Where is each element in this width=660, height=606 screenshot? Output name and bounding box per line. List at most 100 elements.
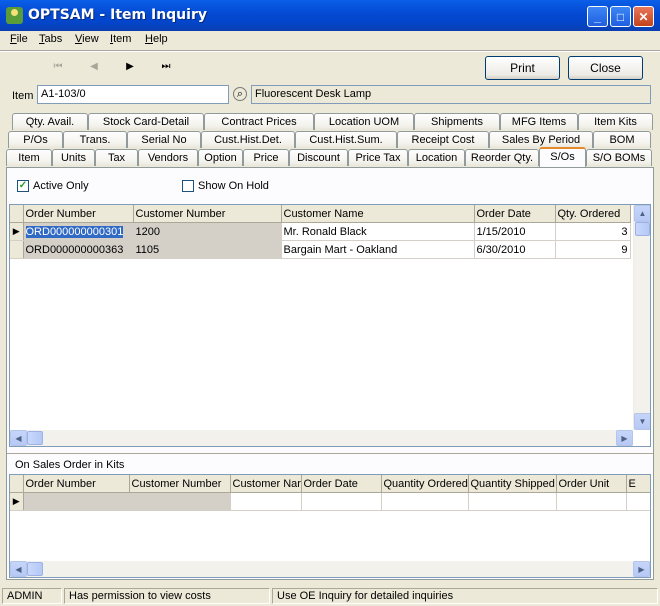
menu-help[interactable]: Help [145, 33, 168, 45]
orders-horizontal-scrollbar[interactable]: ◀ ▶ [10, 430, 633, 446]
status-user: ADMIN [2, 588, 62, 604]
section-divider [7, 453, 653, 454]
minimize-button[interactable]: _ [587, 6, 608, 27]
previous-record-icon[interactable]: ◀ [87, 60, 101, 74]
cell-customer-name[interactable]: Mr. Ronald Black [281, 222, 475, 241]
cell-quantity-shipped[interactable] [468, 492, 557, 511]
orders-vertical-scrollbar[interactable]: ▲ ▼ [633, 205, 650, 430]
tab-item-kits[interactable]: Item Kits [578, 113, 653, 130]
scroll-up-icon[interactable]: ▲ [634, 205, 650, 222]
tab-option[interactable]: Option [198, 149, 243, 166]
table-row[interactable]: ▶ [10, 492, 650, 511]
menu-tabs[interactable]: Tabs [39, 33, 62, 45]
tab-sales-by-period[interactable]: Sales By Period [489, 131, 593, 148]
scroll-left-icon[interactable]: ◀ [10, 430, 27, 446]
show-on-hold-label: Show On Hold [198, 180, 269, 192]
tab-units[interactable]: Units [52, 149, 95, 166]
tab-receipt-cost[interactable]: Receipt Cost [397, 131, 489, 148]
active-only-checkbox[interactable]: ✓ [17, 180, 29, 192]
table-row[interactable]: ORD000000000363 1105 Bargain Mart - Oakl… [10, 240, 631, 259]
col-customer-number[interactable]: Customer Number [133, 205, 282, 223]
tab-shipments[interactable]: Shipments [414, 113, 500, 130]
scroll-left-icon[interactable]: ◀ [10, 561, 27, 577]
cell-order-number[interactable]: ORD000000000363 [23, 240, 134, 259]
tab-item[interactable]: Item [6, 149, 52, 166]
cell-order-date[interactable] [301, 492, 382, 511]
tab-cust-hist-det[interactable]: Cust.Hist.Det. [201, 131, 295, 148]
grid-header-row: Order Number Customer Number Customer Na… [10, 205, 631, 223]
scroll-right-icon[interactable]: ▶ [633, 561, 650, 577]
menu-view[interactable]: View [75, 33, 99, 45]
cell-customer-name[interactable]: Bargain Mart - Oakland [281, 240, 475, 259]
last-record-icon[interactable]: ⏭ [159, 60, 173, 74]
cell-truncated[interactable] [626, 492, 650, 511]
col-qty-ordered[interactable]: Qty. Ordered [555, 205, 631, 223]
scroll-down-icon[interactable]: ▼ [634, 413, 650, 430]
cell-customer-number[interactable]: 1200 [133, 222, 282, 241]
table-row[interactable]: ▶ ORD000000000301 1200 Mr. Ronald Black … [10, 222, 631, 241]
scroll-thumb[interactable] [27, 562, 43, 576]
active-only-label: Active Only [33, 180, 89, 192]
tab-pos[interactable]: P/Os [8, 131, 63, 148]
cell-quantity-ordered[interactable] [381, 492, 469, 511]
col-customer-name[interactable]: Customer Nar [230, 475, 302, 493]
tab-reorder-qty[interactable]: Reorder Qty. [465, 149, 539, 166]
cell-customer-number[interactable]: 1105 [133, 240, 282, 259]
scroll-thumb[interactable] [27, 431, 43, 445]
title-bar: OPTSAM - Item Inquiry _ □ ✕ [0, 0, 660, 31]
tab-qty-avail[interactable]: Qty. Avail. [12, 113, 88, 130]
cell-order-date[interactable]: 6/30/2010 [474, 240, 556, 259]
col-quantity-shipped[interactable]: Quantity Shipped [468, 475, 557, 493]
kits-horizontal-scrollbar[interactable]: ◀ ▶ [10, 561, 650, 577]
item-lookup-icon[interactable]: ⌕ [233, 87, 247, 101]
cell-order-number[interactable]: ORD000000000301 [23, 222, 134, 241]
close-window-button[interactable]: ✕ [633, 6, 654, 27]
tab-sos[interactable]: S/Os [539, 147, 586, 167]
col-customer-number[interactable]: Customer Number [129, 475, 231, 493]
tab-cust-hist-sum[interactable]: Cust.Hist.Sum. [295, 131, 397, 148]
menu-file[interactable]: File [10, 33, 28, 45]
scroll-thumb[interactable] [635, 222, 650, 236]
col-quantity-ordered[interactable]: Quantity Ordered [381, 475, 469, 493]
show-on-hold-checkbox[interactable] [182, 180, 194, 192]
item-input[interactable]: A1-103/0 [37, 85, 229, 104]
next-record-icon[interactable]: ▶ [123, 60, 137, 74]
maximize-button[interactable]: □ [610, 6, 631, 27]
col-order-date[interactable]: Order Date [474, 205, 556, 223]
grid-header-row: Order Number Customer Number Customer Na… [10, 475, 650, 493]
col-order-number[interactable]: Order Number [23, 205, 134, 223]
menu-item[interactable]: Item [110, 33, 131, 45]
close-button[interactable]: Close [568, 56, 643, 80]
tab-tax[interactable]: Tax [95, 149, 138, 166]
tab-discount[interactable]: Discount [289, 149, 348, 166]
tab-bom[interactable]: BOM [593, 131, 651, 148]
scroll-right-icon[interactable]: ▶ [616, 430, 633, 446]
cell-qty-ordered[interactable]: 9 [555, 240, 631, 259]
tab-serial-no[interactable]: Serial No [127, 131, 201, 148]
cell-qty-ordered[interactable]: 3 [555, 222, 631, 241]
tab-so-boms[interactable]: S/O BOMs [586, 149, 652, 166]
tab-location[interactable]: Location [408, 149, 465, 166]
tab-mfg-items[interactable]: MFG Items [500, 113, 578, 130]
col-truncated[interactable]: E [626, 475, 650, 493]
tab-trans[interactable]: Trans. [63, 131, 127, 148]
col-order-number[interactable]: Order Number [23, 475, 130, 493]
col-order-date[interactable]: Order Date [301, 475, 382, 493]
cell-customer-name[interactable] [230, 492, 302, 511]
status-hint: Use OE Inquiry for detailed inquiries [272, 588, 658, 604]
cell-order-unit[interactable] [556, 492, 627, 511]
col-customer-name[interactable]: Customer Name [281, 205, 475, 223]
tab-stock-card-detail[interactable]: Stock Card-Detail [88, 113, 204, 130]
kits-grid: Order Number Customer Number Customer Na… [9, 474, 651, 578]
tab-price-tax[interactable]: Price Tax [348, 149, 408, 166]
print-button[interactable]: Print [485, 56, 560, 80]
tab-contract-prices[interactable]: Contract Prices [204, 113, 314, 130]
cell-order-date[interactable]: 1/15/2010 [474, 222, 556, 241]
tab-vendors[interactable]: Vendors [138, 149, 198, 166]
first-record-icon[interactable]: ⏮ [51, 60, 65, 74]
cell-customer-number[interactable] [129, 492, 231, 511]
col-order-unit[interactable]: Order Unit [556, 475, 627, 493]
cell-order-number[interactable] [23, 492, 130, 511]
tab-price[interactable]: Price [243, 149, 289, 166]
tab-location-uom[interactable]: Location UOM [314, 113, 414, 130]
